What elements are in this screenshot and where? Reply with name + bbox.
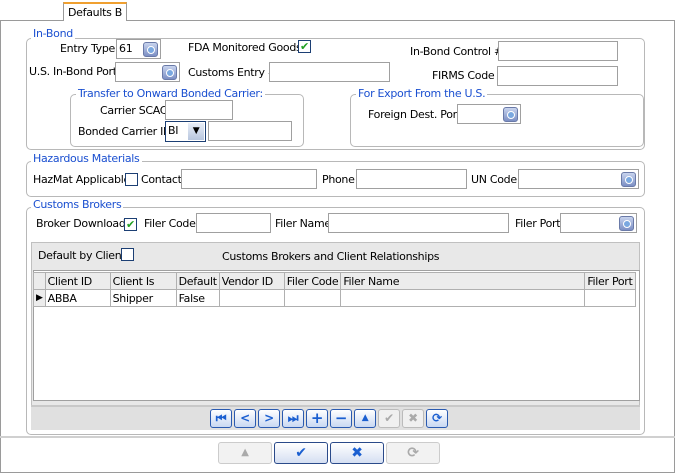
column-header[interactable]: Filer Code <box>283 272 342 290</box>
default-by-client-label: Default by Client <box>38 249 126 262</box>
footer-divider <box>0 436 675 438</box>
carrier-id-extra-input[interactable] <box>208 121 292 141</box>
phone-label: Phone <box>322 173 355 186</box>
grid-title: Customs Brokers and Client Relationships <box>222 250 440 263</box>
lookup-icon[interactable] <box>621 172 636 187</box>
lookup-icon[interactable] <box>619 216 634 231</box>
insert-record-button[interactable]: + <box>306 409 328 428</box>
broker-download-checkbox[interactable]: ✔ <box>124 218 137 231</box>
entry-type-value: 61 <box>119 42 133 55</box>
un-code-label: UN Code <box>471 173 517 186</box>
filer-code-label: Filer Code <box>144 217 196 230</box>
cell-filer-name[interactable] <box>340 289 586 307</box>
cell-filer-code[interactable] <box>283 289 342 307</box>
chevron-down-icon[interactable]: ▼ <box>188 123 204 140</box>
footer-ok-button[interactable]: ✔ <box>274 442 328 464</box>
cell-client-id[interactable]: ABBA <box>44 289 111 307</box>
lookup-icon[interactable] <box>162 65 177 80</box>
carrier-id-value: BI <box>168 124 179 137</box>
column-header[interactable]: Client ID <box>44 272 111 290</box>
contact-label: Contact <box>141 173 182 186</box>
first-record-button[interactable]: ⏮ <box>210 409 232 428</box>
fda-label: FDA Monitored Goods <box>188 41 302 54</box>
cell-vendor-id[interactable] <box>218 289 285 307</box>
filer-port-input[interactable] <box>560 213 637 233</box>
prior-record-button[interactable]: < <box>234 409 256 428</box>
carrier-id-label: Bonded Carrier ID <box>78 125 172 138</box>
entry-type-label: Entry Type <box>60 42 116 55</box>
footer-cancel-button[interactable]: ✖ <box>330 442 384 464</box>
phone-input[interactable] <box>356 169 467 189</box>
footer-refresh-button[interactable]: ⟳ <box>386 442 440 464</box>
foreign-port-label: Foreign Dest. Port <box>368 108 461 121</box>
hazmat-legend: Hazardous Materials <box>31 152 142 165</box>
control-input[interactable] <box>498 41 618 61</box>
refresh-record-button[interactable]: ⟳ <box>426 409 448 428</box>
carrier-id-select[interactable]: BI ▼ <box>165 121 206 142</box>
lookup-icon[interactable] <box>503 107 518 122</box>
scac-label: Carrier SCAC <box>100 104 168 117</box>
firms-input[interactable] <box>497 66 618 86</box>
fda-checkbox[interactable]: ✔ <box>298 40 311 53</box>
column-header[interactable]: Filer Port <box>584 272 636 290</box>
filer-name-input[interactable] <box>328 213 509 233</box>
cancel-record-button[interactable]: ✖ <box>402 409 424 428</box>
entry-type-input[interactable]: 61 <box>116 39 161 59</box>
tab-defaults-b[interactable]: Defaults B <box>63 2 127 21</box>
row-indicator-header <box>33 272 46 290</box>
hazmat-applicable-label: HazMat Applicable <box>33 173 130 186</box>
broker-download-label: Broker Download <box>36 217 126 230</box>
port-label: U.S. In-Bond Port <box>29 65 117 78</box>
delete-record-button[interactable]: − <box>330 409 352 428</box>
lookup-icon[interactable] <box>143 42 158 57</box>
un-code-input[interactable] <box>518 169 639 189</box>
cell-client-is[interactable]: Shipper <box>109 289 177 307</box>
scac-input[interactable] <box>165 100 233 120</box>
post-record-button[interactable]: ✔ <box>378 409 400 428</box>
in-bond-legend: In-Bond <box>31 27 75 40</box>
column-header[interactable]: Vendor ID <box>218 272 285 290</box>
transfer-legend: Transfer to Onward Bonded Carrier: <box>76 87 265 100</box>
contact-input[interactable] <box>181 169 317 189</box>
cell-default[interactable]: False <box>175 289 220 307</box>
filer-name-label: Filer Name <box>275 217 331 230</box>
column-header[interactable]: Filer Name <box>340 272 586 290</box>
cell-filer-port[interactable] <box>584 289 636 307</box>
default-by-client-checkbox[interactable] <box>121 248 134 261</box>
hazmat-applicable-checkbox[interactable] <box>125 173 138 186</box>
export-legend: For Export From the U.S. <box>356 87 488 100</box>
relationships-grid: Client ID Client Is Default Vendor ID Fi… <box>33 272 636 307</box>
next-record-button[interactable]: > <box>258 409 280 428</box>
grid-header-row: Client ID Client Is Default Vendor ID Fi… <box>33 272 636 290</box>
customs-entry-input[interactable] <box>269 62 390 82</box>
control-label: In-Bond Control # <box>410 45 503 58</box>
port-input[interactable] <box>115 62 180 82</box>
table-row[interactable]: ▶ ABBA Shipper False <box>33 289 636 307</box>
firms-label: FIRMS Code <box>432 69 495 82</box>
filer-code-input[interactable] <box>196 213 271 233</box>
current-row-arrow-icon: ▶ <box>33 289 46 307</box>
footer-edit-button[interactable]: ▲ <box>218 442 272 464</box>
customs-entry-label: Customs Entry # <box>188 66 277 79</box>
brokers-legend: Customs Brokers <box>31 198 124 211</box>
edit-record-button[interactable]: ▲ <box>354 409 376 428</box>
column-header[interactable]: Default <box>175 272 220 290</box>
filer-port-label: Filer Port <box>515 217 561 230</box>
column-header[interactable]: Client Is <box>109 272 177 290</box>
last-record-button[interactable]: ⏭ <box>282 409 304 428</box>
foreign-port-input[interactable] <box>457 104 521 124</box>
